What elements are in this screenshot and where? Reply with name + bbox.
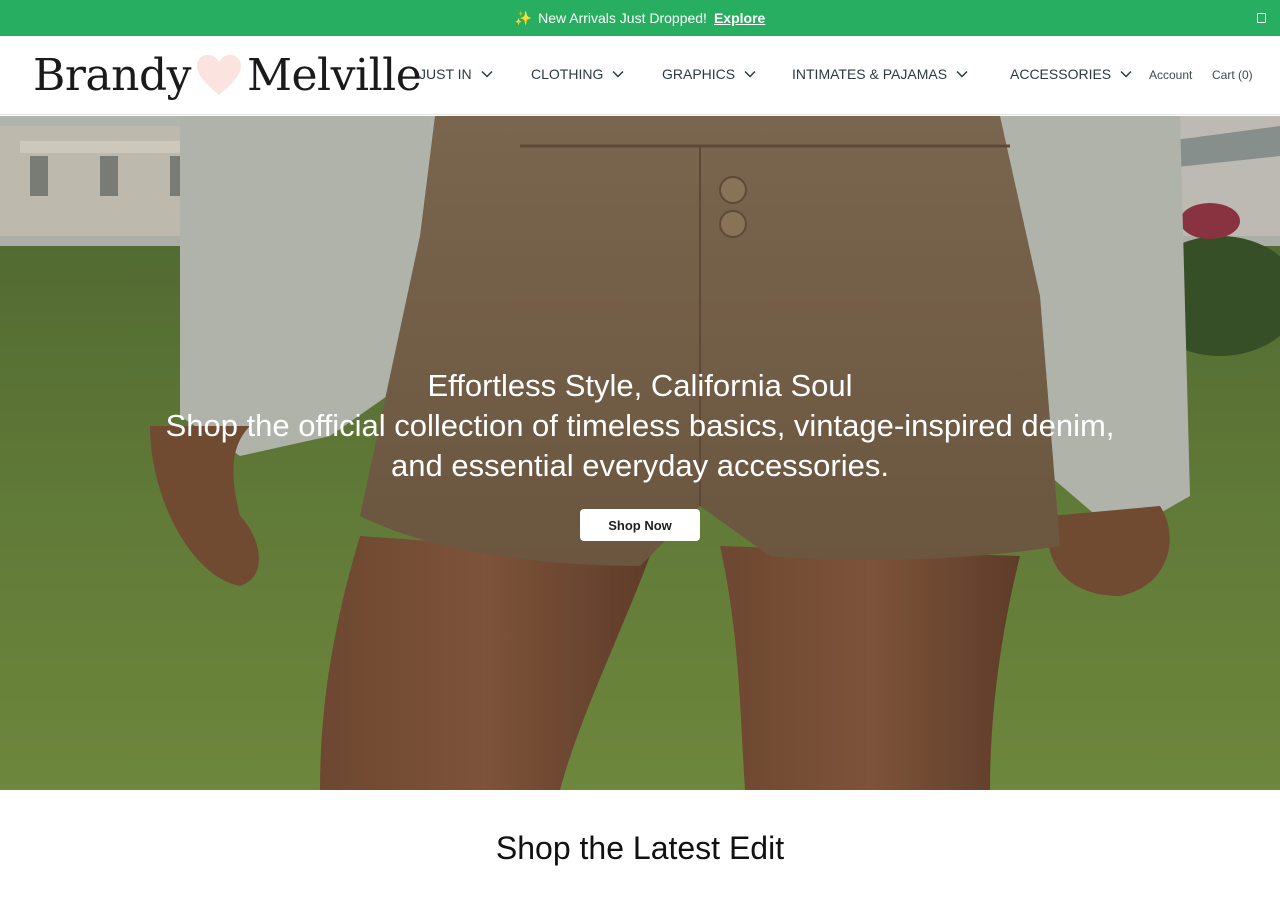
nav-label: INTIMATES & PAJAMAS bbox=[792, 66, 948, 82]
announcement-text: New Arrivals Just Dropped! bbox=[538, 10, 707, 26]
nav-label: JUST IN bbox=[419, 66, 472, 82]
section-title: Shop the Latest Edit bbox=[495, 830, 785, 866]
nav-accessories[interactable]: ACCESSORIES bbox=[1010, 66, 1132, 82]
announcement-close-icon[interactable] bbox=[1257, 13, 1266, 23]
chevron-down-icon bbox=[612, 70, 624, 78]
announcement-explore-link[interactable]: Explore bbox=[714, 10, 765, 26]
cart-link[interactable]: Cart (0) bbox=[1212, 68, 1253, 82]
hero-text-block: Effortless Style, California Soul Shop t… bbox=[0, 366, 1280, 486]
nav-intimates-pajamas[interactable]: INTIMATES & PAJAMAS bbox=[792, 66, 968, 82]
brand-logo[interactable]: Brandy Melville bbox=[33, 49, 422, 101]
account-link[interactable]: Account bbox=[1149, 68, 1192, 82]
chevron-down-icon bbox=[1120, 70, 1132, 78]
announcement-bar: ✨ New Arrivals Just Dropped! Explore bbox=[0, 0, 1280, 36]
hero-title: Effortless Style, California Soul bbox=[427, 368, 853, 403]
chevron-down-icon bbox=[744, 70, 756, 78]
nav-label: CLOTHING bbox=[531, 66, 604, 82]
nav-graphics[interactable]: GRAPHICS bbox=[662, 66, 756, 82]
shop-now-button[interactable]: Shop Now bbox=[580, 509, 700, 541]
logo-word-melville: Melville bbox=[246, 49, 422, 101]
heart-icon bbox=[196, 55, 241, 95]
nav-label: ACCESSORIES bbox=[1010, 66, 1112, 82]
chevron-down-icon bbox=[956, 70, 968, 78]
sparkles-icon: ✨ bbox=[514, 9, 533, 26]
hero-banner: Effortless Style, California Soul Shop t… bbox=[0, 116, 1280, 790]
logo-word-brandy: Brandy bbox=[33, 49, 191, 101]
nav-label: GRAPHICS bbox=[662, 66, 736, 82]
nav-clothing[interactable]: CLOTHING bbox=[531, 66, 624, 82]
nav-just-in[interactable]: JUST IN bbox=[419, 66, 493, 82]
chevron-down-icon bbox=[481, 70, 493, 78]
hero-subtitle: Shop the official collection of timeless… bbox=[165, 408, 1115, 483]
site-header: Brandy Melville JUST IN CLOTHING GRAPHIC… bbox=[0, 36, 1280, 115]
